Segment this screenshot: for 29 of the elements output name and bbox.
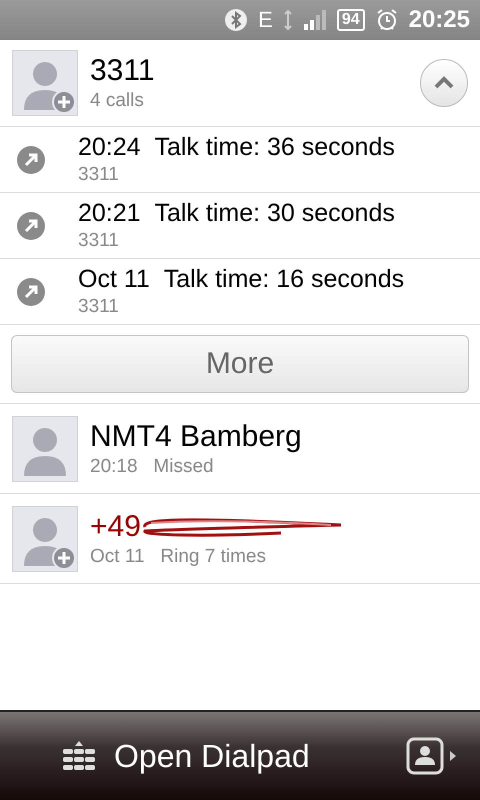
call-details: Oct 11 Ring 7 times xyxy=(90,546,268,568)
contact-name: 3311 xyxy=(90,54,156,88)
outgoing-call-icon xyxy=(16,144,46,174)
chevron-up-icon xyxy=(433,76,455,90)
dialpad-icon xyxy=(62,739,96,773)
data-arrows-icon xyxy=(282,9,293,31)
collapse-button[interactable] xyxy=(420,59,468,107)
signal-icon xyxy=(302,9,327,31)
bluetooth-icon xyxy=(224,8,248,32)
outgoing-call-icon xyxy=(16,210,46,240)
call-count: 4 calls xyxy=(90,90,145,112)
call-number: 3311 xyxy=(78,230,120,252)
call-number: 3311 xyxy=(78,164,120,186)
call-details: 20:18 Missed xyxy=(90,456,215,478)
avatar-icon[interactable] xyxy=(12,506,78,572)
call-number: 3311 xyxy=(78,296,120,318)
avatar-icon[interactable] xyxy=(12,50,78,116)
call-summary: Oct 11 Talk time: 16 seconds xyxy=(78,265,406,294)
more-button[interactable]: More xyxy=(11,335,469,393)
outgoing-call-icon xyxy=(16,276,46,306)
battery-level: 94 xyxy=(336,9,365,31)
alarm-clock-icon xyxy=(374,8,399,32)
network-type: E xyxy=(258,7,273,33)
clock-time: 20:25 xyxy=(408,6,470,34)
call-summary: 20:21 Talk time: 30 seconds xyxy=(78,199,396,228)
contact-name: +49 xyxy=(90,510,141,544)
avatar-icon[interactable] xyxy=(12,416,78,482)
call-summary: 20:24 Talk time: 36 seconds xyxy=(78,133,396,162)
contact-name: NMT4 Bamberg xyxy=(90,420,302,454)
